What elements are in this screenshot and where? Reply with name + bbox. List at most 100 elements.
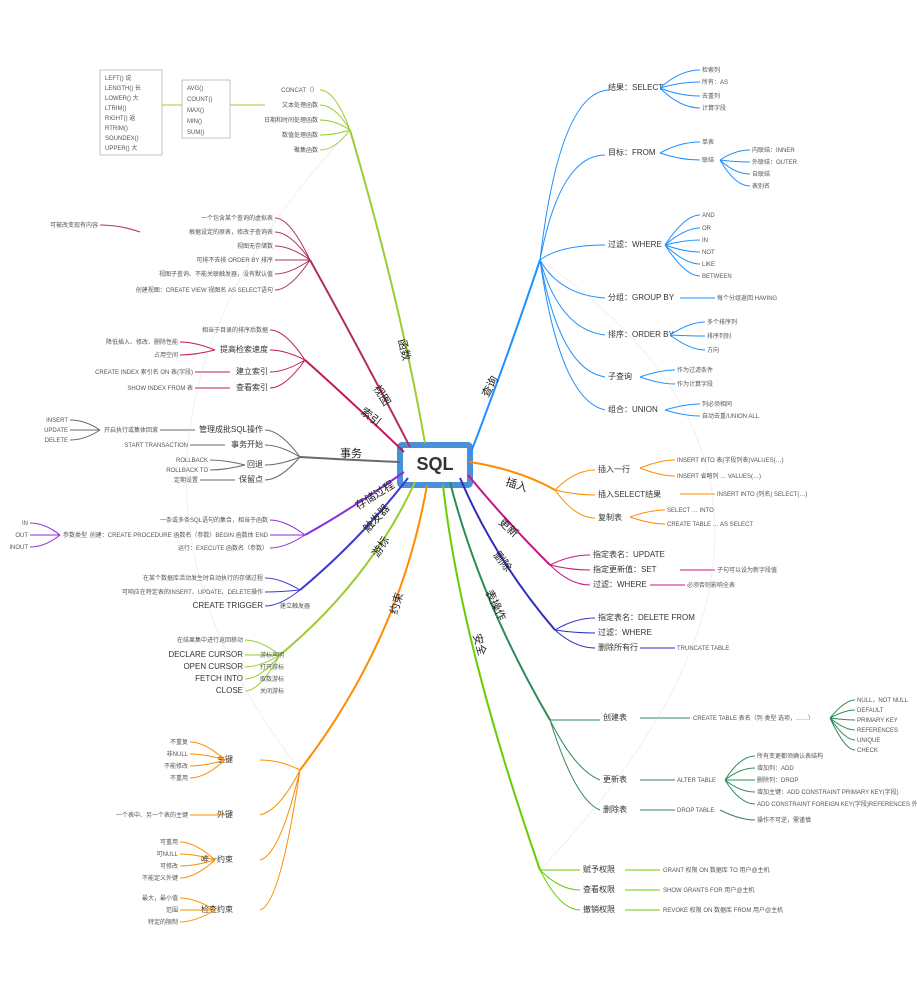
svg-text:范围: 范围: [166, 906, 178, 914]
svg-text:去重列: 去重列: [702, 92, 720, 100]
cursor-group: 在结果集中进行返回移动 DECLARE CURSOR OPEN CURSOR F…: [168, 636, 284, 695]
svg-text:事务: 事务: [340, 447, 362, 460]
svg-text:列必须相同: 列必须相同: [702, 400, 732, 408]
svg-text:MIN(): MIN(): [187, 119, 202, 125]
svg-text:最大，最小值: 最大，最小值: [142, 894, 178, 902]
svg-text:撤销权限: 撤销权限: [583, 904, 615, 914]
svg-text:运行：EXECUTE 函数名（参数）: 运行：EXECUTE 函数名（参数）: [178, 544, 268, 552]
transaction-group: 管理成批SQL操作 事务开始 回退 保留点 开启执行或集体回滚 INSERT U…: [44, 418, 300, 484]
branch-insert: 插入: [470, 462, 555, 495]
svg-text:视图子查询、不能关联触发器，没有默认值: 视图子查询、不能关联触发器，没有默认值: [159, 270, 273, 278]
svg-text:ROLLBACK: ROLLBACK: [176, 458, 208, 464]
svg-text:组合：UNION: 组合：UNION: [608, 404, 658, 414]
svg-text:RIGHT() 返: RIGHT() 返: [105, 115, 135, 122]
svg-text:过滤：WHERE: 过滤：WHERE: [598, 627, 652, 637]
svg-text:CREATE TRIGGER: CREATE TRIGGER: [193, 601, 264, 610]
svg-text:NOT: NOT: [702, 250, 715, 256]
svg-text:CREATE TABLE … AS SELECT: CREATE TABLE … AS SELECT: [667, 522, 753, 528]
security-group: 赋予权限 查看权限 撤销权限 GRANT 权限 ON 数据库 TO 用户@主机 …: [540, 864, 783, 914]
svg-text:查看权限: 查看权限: [583, 884, 615, 894]
svg-text:建立触发器: 建立触发器: [280, 602, 310, 610]
svg-text:REFERENCES: REFERENCES: [857, 728, 898, 734]
svg-text:不重复: 不重复: [170, 738, 188, 746]
update-group: 指定表名：UPDATE 指定更新值：SET 过滤：WHERE 子句可以设为新字段…: [550, 549, 777, 589]
svg-text:更新表: 更新表: [603, 774, 627, 784]
svg-text:参数类型: 参数类型: [63, 531, 87, 539]
branch-view: 视图: [310, 260, 410, 447]
svg-text:创建：CREATE PROCEDURE 函数名（参数）BEG: 创建：CREATE PROCEDURE 函数名（参数）BEGIN 函数体 END: [90, 531, 269, 539]
svg-text:DROP TABLE: DROP TABLE: [677, 808, 714, 814]
insert-group: 插入一行 插入SELECT结果 复制表 INSERT INTO 表(字段列表)V…: [555, 456, 807, 528]
svg-text:TRUNCATE TABLE: TRUNCATE TABLE: [677, 646, 729, 652]
svg-text:在结果集中进行返回移动: 在结果集中进行返回移动: [177, 636, 243, 644]
svg-text:CREATE TABLE 表名（列 类型 选项，……）: CREATE TABLE 表名（列 类型 选项，……）: [693, 714, 814, 722]
svg-text:提高检索速度: 提高检索速度: [220, 344, 268, 354]
svg-text:函数: 函数: [395, 338, 413, 362]
svg-text:检索列: 检索列: [702, 66, 720, 74]
svg-text:排序：ORDER BY: 排序：ORDER BY: [608, 329, 674, 339]
svg-text:NULL，NOT NULL: NULL，NOT NULL: [857, 698, 909, 704]
svg-text:INSERT: INSERT: [46, 418, 68, 424]
svg-text:插入: 插入: [504, 475, 529, 495]
svg-text:BETWEEN: BETWEEN: [702, 274, 732, 280]
svg-text:MAX(): MAX(): [187, 108, 204, 114]
svg-text:SELECT … INTO: SELECT … INTO: [667, 508, 714, 514]
view-group: 一个包含某个查询的虚拟表 根据设定的原表，修改子查询表 视图无存储数 可排不去排…: [50, 214, 310, 294]
svg-text:占用空间: 占用空间: [154, 351, 178, 359]
svg-text:索引: 索引: [358, 404, 384, 429]
svg-text:LTRIM(): LTRIM(): [105, 106, 127, 112]
svg-text:指定更新值：SET: 指定更新值：SET: [593, 564, 657, 574]
svg-text:插入SELECT结果: 插入SELECT结果: [598, 489, 661, 499]
svg-text:管理成批SQL操作: 管理成批SQL操作: [199, 424, 263, 434]
constraint-group: 主键 外键 唯一约束 检查约束 不重复 非NULL 不能修改 不重用 一个表中、…: [116, 738, 300, 926]
svg-text:指定表名：UPDATE: 指定表名：UPDATE: [593, 549, 665, 559]
svg-text:删除所有行: 删除所有行: [598, 642, 638, 652]
svg-text:所有变更都须确认表结构: 所有变更都须确认表结构: [757, 752, 823, 760]
svg-text:START TRANSACTION: START TRANSACTION: [124, 443, 188, 449]
svg-text:约束: 约束: [387, 591, 406, 616]
svg-text:关闭游标: 关闭游标: [260, 687, 284, 695]
svg-text:降低插入、修改、删除性能: 降低插入、修改、删除性能: [106, 338, 178, 346]
branch-table: 表操作: [450, 482, 550, 720]
svg-text:事务开始: 事务开始: [231, 439, 263, 449]
svg-text:安全: 安全: [470, 632, 490, 657]
svg-text:SHOW INDEX FROM 表: SHOW INDEX FROM 表: [127, 384, 193, 392]
svg-text:单表: 单表: [702, 138, 714, 146]
svg-text:复制表: 复制表: [598, 512, 622, 522]
svg-text:COUNT(): COUNT(): [187, 97, 212, 103]
svg-text:一条或多条SQL语句的集合，相当于函数: 一条或多条SQL语句的集合，相当于函数: [160, 516, 268, 524]
svg-text:开启执行或集体回滚: 开启执行或集体回滚: [104, 426, 158, 434]
svg-text:指定表名：DELETE FROM: 指定表名：DELETE FROM: [598, 612, 695, 622]
svg-text:更新: 更新: [496, 515, 522, 540]
function-group: CONCAT（） 文本处理函数 日期和时间处理函数 数值处理函数 聚集函数 LE…: [100, 70, 350, 155]
svg-text:OR: OR: [702, 226, 712, 232]
svg-text:删除列：DROP: 删除列：DROP: [757, 776, 798, 784]
branch-cursor: 游标: [280, 482, 415, 655]
svg-text:UPPER() 大: UPPER() 大: [105, 144, 137, 152]
svg-text:视图无存储数: 视图无存储数: [237, 242, 273, 250]
svg-text:SHOW GRANTS FOR 用户@主机: SHOW GRANTS FOR 用户@主机: [663, 886, 754, 894]
svg-text:PRIMARY KEY: PRIMARY KEY: [857, 718, 898, 724]
svg-text:ADD CONSTRAINT FOREIGN KEY(字段): ADD CONSTRAINT FOREIGN KEY(字段)REFERENCES…: [757, 800, 917, 808]
svg-text:可重用: 可重用: [160, 838, 178, 846]
svg-text:增加主键：ADD CONSTRAINT PRIMARY KE: 增加主键：ADD CONSTRAINT PRIMARY KEY(字段): [757, 788, 899, 796]
svg-text:可排不去排 ORDER BY 排序: 可排不去排 ORDER BY 排序: [196, 256, 273, 264]
svg-text:AND: AND: [702, 213, 715, 219]
svg-text:日期和时间处理函数: 日期和时间处理函数: [264, 116, 318, 124]
svg-text:自联结: 自联结: [752, 170, 770, 178]
svg-text:FETCH INTO: FETCH INTO: [195, 674, 243, 683]
svg-text:自动去重/UNION ALL: 自动去重/UNION ALL: [702, 412, 760, 420]
svg-text:可NULL: 可NULL: [157, 851, 179, 858]
svg-text:DECLARE CURSOR: DECLARE CURSOR: [168, 650, 243, 659]
svg-text:SOUNDEX(): SOUNDEX(): [105, 136, 139, 142]
svg-text:赋予权限: 赋予权限: [583, 864, 615, 874]
delete-group: 指定表名：DELETE FROM 过滤：WHERE 删除所有行 TRUNCATE…: [555, 612, 729, 652]
branch-query: 查询: [470, 260, 540, 455]
svg-text:根据设定的原表，修改子查询表: 根据设定的原表，修改子查询表: [189, 228, 273, 236]
svg-text:打开游标: 打开游标: [260, 663, 284, 671]
svg-text:IN: IN: [702, 238, 708, 244]
svg-text:ALTER TABLE: ALTER TABLE: [677, 778, 716, 784]
svg-text:AVG(): AVG(): [187, 86, 203, 92]
index-group: 相当于目录的排序后数据 提高检索速度 建立索引 查看索引 降低插入、修改、删除性…: [95, 326, 305, 392]
procedure-group: 一条或多条SQL语句的集合，相当于函数 创建：CREATE PROCEDURE …: [9, 516, 305, 552]
